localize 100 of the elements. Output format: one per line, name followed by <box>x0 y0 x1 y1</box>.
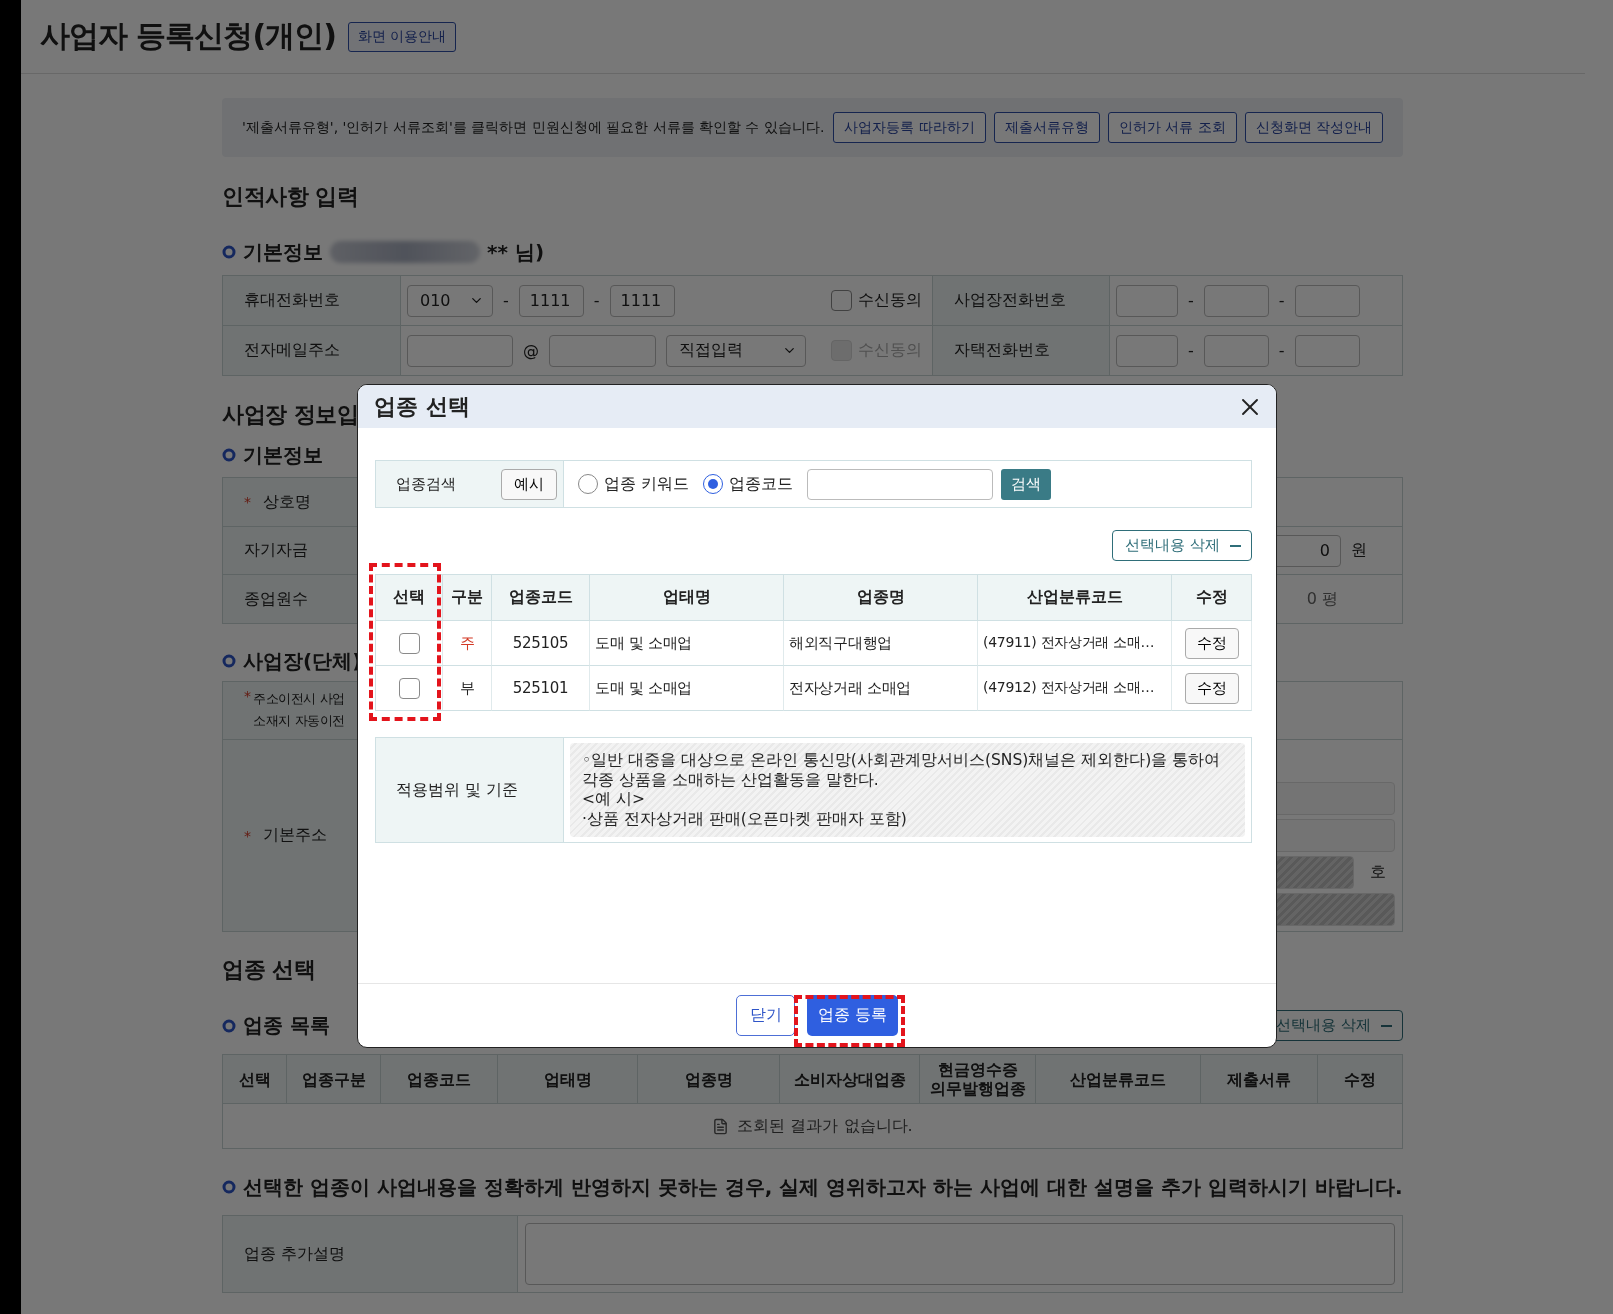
separator-text: - <box>1278 341 1285 360</box>
search-field[interactable] <box>807 468 994 500</box>
subsection-title: 사업장(단체) <box>243 647 362 675</box>
radio-button[interactable] <box>703 474 724 494</box>
column-header: 수정 <box>1318 1055 1403 1104</box>
radio-button[interactable] <box>578 474 598 494</box>
column-header: 현금영수증 의무발행업종 <box>920 1055 1036 1104</box>
info-button[interactable]: 사업자등록 따라하기 <box>833 112 986 143</box>
column-header: 선택 <box>376 575 443 621</box>
column-header: 업종구분 <box>287 1055 381 1104</box>
field-label: 업종 추가설명 <box>244 1243 346 1265</box>
column-header: 업태명 <box>498 1055 638 1104</box>
select-field[interactable]: 010 <box>407 284 493 317</box>
consent-label: 수신동의 <box>858 290 922 311</box>
column-header: 업종명 <box>784 575 978 621</box>
field-label: 기본주소 <box>263 825 327 846</box>
label-cell: 적용범위 및 기준 <box>376 738 564 842</box>
phone-field[interactable]: 1111 <box>609 284 675 317</box>
minus-icon <box>1230 544 1241 547</box>
table-cell: (47912) 전자상거래 소매… <box>978 666 1172 711</box>
bullet-icon <box>222 245 236 259</box>
separator-text: - <box>1278 291 1285 310</box>
table-cell: 주 <box>443 621 492 666</box>
name-suffix: ** 님) <box>487 238 545 266</box>
row-checkbox[interactable] <box>398 677 420 699</box>
example-button[interactable]: 예시 <box>501 468 557 500</box>
section-title: 인적사항 입력 <box>222 183 359 211</box>
description-text: ·상품 전자상거래 판매(오픈마켓 판매자 포함) <box>582 809 908 829</box>
edit-button[interactable]: 수정 <box>1184 672 1239 704</box>
phone-field[interactable] <box>1203 284 1269 317</box>
phone-field[interactable]: 1111 <box>518 284 584 317</box>
dialog-title: 업종 선택 <box>374 392 470 421</box>
select-field[interactable]: 직접입력 <box>666 334 806 367</box>
bullet-icon <box>222 654 236 668</box>
description-text: <예 시> <box>582 790 646 810</box>
search-button[interactable]: 검색 <box>1001 468 1052 500</box>
checkbox[interactable] <box>831 290 852 311</box>
column-header: 제출서류 <box>1201 1055 1318 1104</box>
unit-text: 원 <box>1351 540 1367 561</box>
radio-label: 업종 키워드 <box>604 473 690 495</box>
info-button[interactable]: 신청화면 작성안내 <box>1244 112 1383 143</box>
phone-field[interactable] <box>1294 334 1360 367</box>
table-cell: 525101 <box>492 666 590 711</box>
radio-label: 업종코드 <box>729 473 794 495</box>
unit-text: 호 <box>1370 862 1386 883</box>
field-label: 주소이전시 사업 소재지 자동이전 <box>253 690 345 730</box>
description-field[interactable] <box>525 1223 1395 1285</box>
column-header: 업종명 <box>638 1055 780 1104</box>
field-label: 종업원수 <box>244 588 308 610</box>
delete-selection-button[interactable]: 선택내용 삭제 <box>1112 530 1252 561</box>
notice-text: '제출서류유형', '인허가 서류조회'를 클릭하면 민원신청에 필요한 서류를 확인할 수 있습니다. <box>242 118 826 137</box>
phone-field[interactable] <box>1116 334 1178 367</box>
table-cell: (47911) 전자상거래 소매… <box>978 621 1172 666</box>
email-field[interactable] <box>407 334 513 367</box>
page-title: 사업자 등록신청(개인) <box>40 17 336 55</box>
phone-field[interactable] <box>1116 284 1178 317</box>
bullet-icon <box>222 1018 236 1033</box>
info-button[interactable]: 제출서류유형 <box>993 112 1100 143</box>
row-checkbox[interactable] <box>398 632 420 654</box>
table-cell: 부 <box>443 666 492 711</box>
phone-field[interactable] <box>1294 284 1360 317</box>
document-icon <box>712 1117 730 1135</box>
separator-text: - <box>1188 291 1194 310</box>
field-label: 상호명 <box>263 491 311 513</box>
subsection-title: 기본정보 <box>243 238 323 266</box>
column-header: 산업분류코드 <box>978 575 1172 621</box>
field-label: 사업장전화번호 <box>954 290 1066 311</box>
column-header: 구분 <box>443 575 492 621</box>
subsection-title: 선택한 업종이 사업내용을 정확하게 반영하지 못하는 경우, 실제 영위하고자 하는 사업에 대한 설명을 추가 입력하시기 바랍니다. <box>243 1173 1403 1201</box>
description-text: ◦일반 대중을 대상으로 온라인 통신망(사회관계망서비스(SNS)채널은 제외한다)을 통하여 각종 상품을 소매하는 산업활동을 말한다. <box>582 751 1222 790</box>
at-sign-text: @ <box>523 341 539 360</box>
column-header: 소비자상대업종 <box>780 1055 920 1104</box>
required-mark: * <box>244 494 251 510</box>
field-label: 휴대전화번호 <box>244 290 340 311</box>
column-header: 업종코드 <box>492 575 590 621</box>
minus-icon <box>1381 1024 1392 1027</box>
separator-text: - <box>1188 341 1194 360</box>
info-button[interactable]: 인허가 서류 조회 <box>1107 112 1237 143</box>
section-title: 사업장 정보입 <box>222 401 359 429</box>
search-label: 업종검색 <box>396 474 456 494</box>
table-cell: 도매 및 소매업 <box>590 621 784 666</box>
table-cell: 해외직구대행업 <box>784 621 978 666</box>
subsection-title: 업종 목록 <box>243 1012 330 1039</box>
table-cell: 전자상거래 소매업 <box>784 666 978 711</box>
column-header: 선택 <box>223 1055 287 1104</box>
separator-text: - <box>593 291 600 310</box>
close-dialog-button[interactable]: 닫기 <box>736 995 795 1036</box>
table-cell: 도매 및 소매업 <box>590 666 784 711</box>
guide-button[interactable]: 화면 이용안내 <box>347 21 457 52</box>
column-header: 업태명 <box>590 575 784 621</box>
column-header: 업종코드 <box>381 1055 498 1104</box>
required-mark: * <box>244 688 251 704</box>
register-button[interactable]: 업종 등록 <box>807 995 898 1036</box>
subsection-title: 기본정보 <box>243 441 323 469</box>
area-text: 0 평 <box>1306 588 1338 610</box>
email-domain-field[interactable] <box>549 334 656 367</box>
table-cell: 525105 <box>492 621 590 666</box>
phone-field[interactable] <box>1203 334 1269 367</box>
field-label: 전자메일주소 <box>244 340 340 361</box>
edit-button[interactable]: 수정 <box>1184 627 1239 659</box>
